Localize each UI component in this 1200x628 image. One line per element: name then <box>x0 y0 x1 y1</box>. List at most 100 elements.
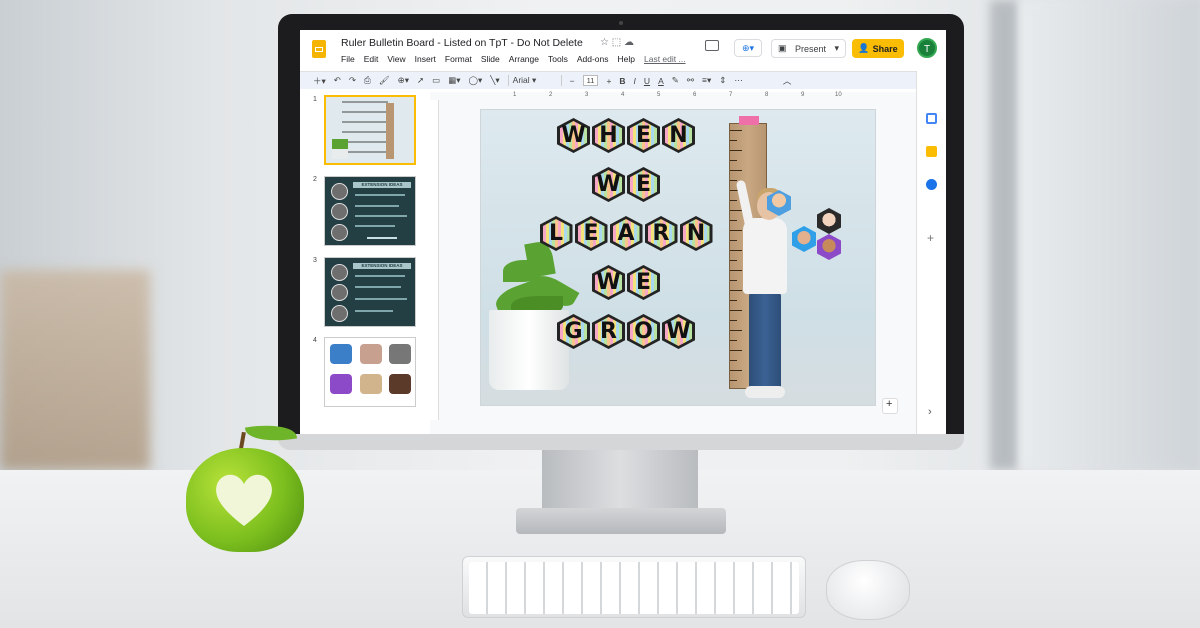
ruler-number: 1 <box>513 92 517 98</box>
toolbar: ＋▾ ↶ ↷ ⎙ 🖌 ⊕▾ ➚ ▭ ▦▾ ◯▾ ╲▾ Arial ▾ − 11 … <box>300 71 916 89</box>
letter-tile-letter: H <box>599 123 618 148</box>
present-button[interactable]: ▣ Present ▾ <box>771 39 846 58</box>
text-color-button[interactable]: A <box>658 76 664 86</box>
line-spacing-icon[interactable]: ⇕ <box>719 75 726 86</box>
letter-tile-letter: W <box>561 123 586 148</box>
letter-tile-letter: W <box>666 319 691 344</box>
ruler-tick <box>730 180 737 181</box>
person-icon: 👤 <box>858 43 870 53</box>
collapse-icon[interactable]: ︿ <box>783 75 792 87</box>
share-button[interactable]: 👤 Share <box>852 39 904 58</box>
align-icon[interactable]: ≡▾ <box>702 75 711 86</box>
document-title[interactable]: Ruler Bulletin Board - Listed on TpT - D… <box>341 37 583 49</box>
present-dropdown-icon[interactable]: ▾ <box>834 43 839 54</box>
ruler-tick <box>730 320 737 321</box>
textbox-icon[interactable]: ▭ <box>432 75 440 86</box>
monitor-stand-neck <box>542 450 698 512</box>
student-avatar <box>817 234 841 260</box>
menu-file[interactable]: File <box>341 54 355 64</box>
thumb-text-line <box>355 225 395 227</box>
ruler-tick <box>730 170 742 171</box>
thumb-avatar <box>389 374 411 394</box>
new-window-button[interactable]: ⊕▾ <box>734 39 762 57</box>
star-move-cloud-icons[interactable]: ☆ ⬚ ☁ <box>600 37 634 48</box>
slides-logo-icon[interactable] <box>312 40 326 58</box>
more-icon[interactable]: ⋯ <box>734 75 743 86</box>
thumb-title-letters <box>342 101 388 153</box>
add-comment-icon[interactable] <box>882 398 898 414</box>
menu-edit[interactable]: Edit <box>364 54 379 64</box>
link-icon[interactable]: ⚯ <box>687 75 694 86</box>
menu-tools[interactable]: Tools <box>548 54 568 64</box>
background-post <box>990 0 1018 470</box>
thumb-avatar <box>360 374 382 394</box>
letter-tile: R <box>592 314 625 349</box>
add-addon-icon[interactable]: + <box>927 231 934 245</box>
menu-addons[interactable]: Add-ons <box>577 54 609 64</box>
ruler-tick <box>730 260 737 261</box>
menu-view[interactable]: View <box>387 54 405 64</box>
select-icon[interactable]: ➚ <box>417 75 424 86</box>
thumb-text-line <box>355 286 401 288</box>
ruler-number: 5 <box>657 92 661 98</box>
font-size-input[interactable]: 11 <box>582 75 599 86</box>
letter-tile: A <box>609 216 643 251</box>
menu-insert[interactable]: Insert <box>415 54 436 64</box>
ruler-number: 6 <box>693 92 697 98</box>
letter-tile: E <box>627 118 660 153</box>
thumb-ruler <box>386 103 394 159</box>
letter-tile: O <box>627 314 660 349</box>
italic-button[interactable]: I <box>634 76 636 86</box>
print-icon[interactable]: ⎙ <box>364 75 371 86</box>
menu-format[interactable]: Format <box>445 54 472 64</box>
student-avatar <box>792 226 816 252</box>
letter-tile-letter: N <box>669 123 688 148</box>
calendar-icon[interactable] <box>926 113 937 124</box>
underline-button[interactable]: U <box>644 76 650 86</box>
keep-icon[interactable] <box>926 146 937 157</box>
ruler-tick <box>730 160 737 161</box>
present-label: Present <box>794 43 826 54</box>
expand-panel-icon[interactable]: › <box>928 406 932 418</box>
increase-font-icon[interactable]: + <box>606 76 611 86</box>
paint-format-icon[interactable]: 🖌 <box>379 75 390 86</box>
slide-thumbnail-2[interactable]: EXTENSION IDEAS <box>324 176 416 246</box>
font-select[interactable]: Arial ▾ <box>507 75 562 86</box>
thumb-text-line <box>367 237 397 239</box>
menu-help[interactable]: Help <box>618 54 635 64</box>
ruler-number: 4 <box>621 92 625 98</box>
account-avatar[interactable]: T <box>917 38 937 58</box>
decrease-font-icon[interactable]: − <box>570 76 575 86</box>
ruler-tick <box>730 300 737 301</box>
slide-thumbnail-1[interactable] <box>324 95 416 165</box>
slide-thumbnail-3[interactable]: EXTENSION IDEAS <box>324 257 416 327</box>
add-icon[interactable]: ＋▾ <box>313 75 326 87</box>
ruler-tick <box>730 230 742 231</box>
bold-button[interactable]: B <box>619 76 625 86</box>
comment-history-icon[interactable] <box>705 40 719 51</box>
line-icon[interactable]: ╲▾ <box>490 75 499 86</box>
main-slide[interactable]: WHENWELEARNWEGROW <box>480 109 876 406</box>
shape-icon[interactable]: ◯▾ <box>469 75 483 86</box>
thumb-text-line <box>355 310 393 312</box>
ruler-tick <box>730 280 737 281</box>
menu-slide[interactable]: Slide <box>481 54 500 64</box>
menu-arrange[interactable]: Arrange <box>509 54 539 64</box>
letter-tile-letter: E <box>635 172 652 197</box>
image-icon[interactable]: ▦▾ <box>448 75 460 86</box>
child-shoes <box>745 386 785 398</box>
slide-thumbnail-4[interactable] <box>324 337 416 407</box>
zoom-icon[interactable]: ⊕▾ <box>398 75 409 86</box>
letter-tile-letter: W <box>596 270 621 295</box>
thumb-text-line <box>355 298 407 300</box>
last-edit-link[interactable]: Last edit ... <box>644 54 686 64</box>
undo-icon[interactable]: ↶ <box>334 75 341 86</box>
thumb-photo <box>331 284 348 301</box>
highlight-icon[interactable]: ✎ <box>672 75 679 86</box>
tasks-icon[interactable] <box>926 179 937 190</box>
letter-tile: W <box>662 314 695 349</box>
ruler-number: 10 <box>835 92 842 98</box>
vertical-ruler <box>430 100 439 420</box>
thumb-plant <box>332 139 348 159</box>
redo-icon[interactable]: ↷ <box>349 75 356 86</box>
